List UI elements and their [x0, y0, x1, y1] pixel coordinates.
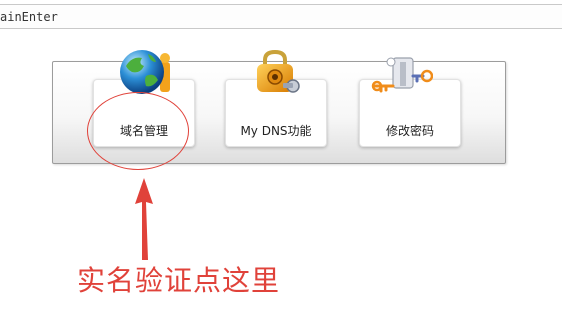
globe-icon — [120, 50, 170, 94]
annotation-circle — [87, 92, 189, 170]
change-password-label: 修改密码 — [385, 124, 434, 138]
address-bar[interactable]: ainEnter — [0, 4, 562, 29]
padlock-icon — [257, 50, 300, 93]
annotation-arrow — [135, 178, 153, 260]
key-icon — [371, 57, 433, 93]
annotation-text: 实名验证点这里 — [77, 264, 281, 297]
my-dns-label: My DNS功能 — [240, 124, 312, 138]
address-text: ainEnter — [0, 10, 58, 24]
